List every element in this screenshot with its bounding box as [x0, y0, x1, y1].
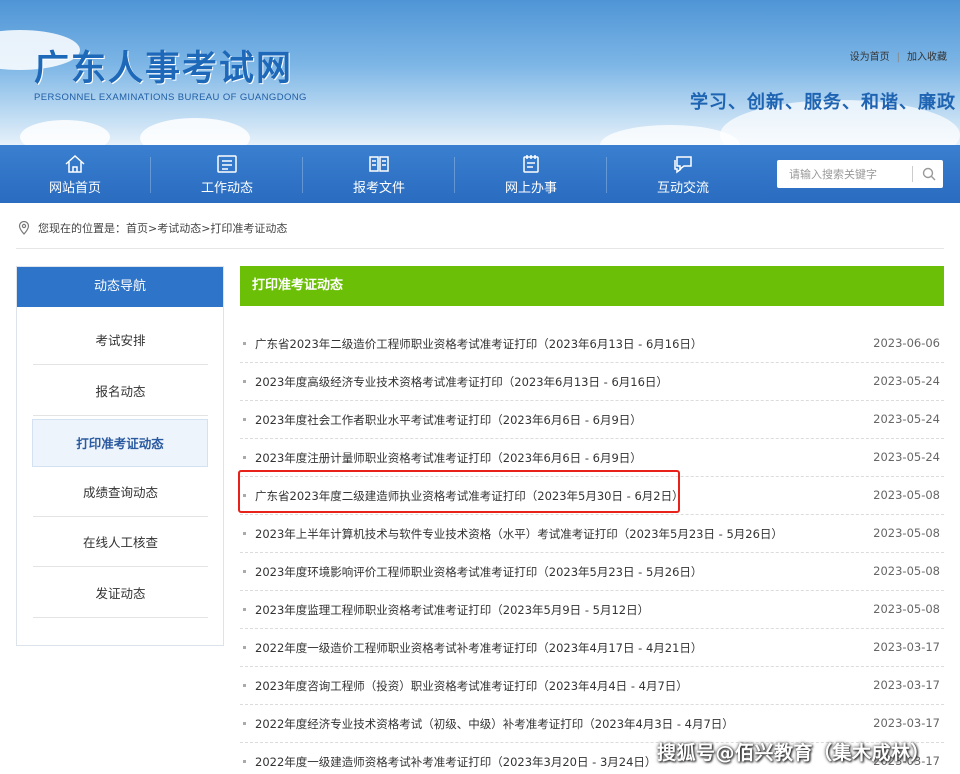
sidebar-item-registration-news[interactable]: 报名动态 — [33, 368, 208, 416]
nav-label: 网上办事 — [504, 181, 557, 196]
search-button[interactable] — [915, 160, 943, 188]
header-banner: 广东人事考试网 PERSONNEL EXAMINATIONS BUREAU OF… — [0, 0, 960, 145]
list-item[interactable]: 2023年上半年计算机技术与软件专业技术资格（水平）考试准考证打印（2023年5… — [240, 515, 944, 553]
bullet — [243, 532, 246, 535]
nav-item-exam-docs[interactable]: 报考文件 — [304, 145, 454, 203]
search-icon — [922, 167, 936, 181]
list-item[interactable]: 2023年度高级经济专业技术资格考试准考证打印（2023年6月13日 - 6月1… — [240, 363, 944, 401]
sidebar: 动态导航 考试安排 报名动态 打印准考证动态 成绩查询动态 在线人工核查 发证动… — [16, 266, 224, 646]
nav-label: 报考文件 — [352, 181, 405, 196]
add-favorite-link[interactable]: 加入收藏 — [902, 52, 952, 63]
cloud-decoration — [20, 120, 110, 145]
nav-divider — [150, 157, 151, 193]
top-links: 设为首页 | 加入收藏 — [845, 48, 952, 63]
list-item-date: 2023-05-08 — [873, 602, 940, 616]
home-icon — [65, 154, 85, 173]
list-item-title[interactable]: 广东省2023年二级造价工程师职业资格考试准考证打印（2023年6月13日 - … — [255, 336, 702, 352]
list-item[interactable]: 2023年度社会工作者职业水平考试准考证打印（2023年6月6日 - 6月9日）… — [240, 401, 944, 439]
list-item[interactable]: 2022年度一级造价工程师职业资格考试补考准考证打印（2023年4月17日 - … — [240, 629, 944, 667]
sidebar-item-online-review[interactable]: 在线人工核查 — [33, 519, 208, 567]
nav-label: 网站首页 — [48, 181, 101, 196]
bullet — [243, 608, 246, 611]
bullet — [243, 570, 246, 573]
list-item-title[interactable]: 广东省2023年度二级建造师执业资格考试准考证打印（2023年5月30日 - 6… — [255, 488, 684, 504]
list-item-date: 2023-06-06 — [873, 336, 940, 350]
list-item[interactable]: 广东省2023年二级造价工程师职业资格考试准考证打印（2023年6月13日 - … — [240, 325, 944, 363]
list-item-date: 2023-03-17 — [873, 678, 940, 692]
content-title: 打印准考证动态 — [240, 266, 944, 306]
nav-item-online-service[interactable]: 网上办事 — [456, 145, 606, 203]
list-item[interactable]: 2023年度注册计量师职业资格考试准考证打印（2023年6月6日 - 6月9日）… — [240, 439, 944, 477]
list-item-date: 2023-05-24 — [873, 374, 940, 388]
bullet — [243, 684, 246, 687]
news-icon — [217, 155, 237, 173]
bullet — [243, 760, 246, 763]
list-item-title[interactable]: 2023年度监理工程师职业资格考试准考证打印（2023年5月9日 - 5月12日… — [255, 602, 649, 618]
list-item-title[interactable]: 2022年度一级造价工程师职业资格考试补考准考证打印（2023年4月17日 - … — [255, 640, 702, 656]
list-item-date: 2023-05-08 — [873, 526, 940, 540]
link-separator: | — [896, 52, 900, 63]
watermark: 搜狐号@佰兴教育（集木成林） — [656, 742, 930, 764]
site-slogan: 学习、创新、服务、和谐、廉政 — [690, 92, 956, 113]
list-item-date: 2023-05-08 — [873, 488, 940, 502]
list-item-date: 2023-05-24 — [873, 412, 940, 426]
clipboard-icon — [523, 155, 539, 173]
list-item-date: 2023-03-17 — [873, 716, 940, 730]
list-item[interactable]: 2023年度环境影响评价工程师职业资格考试准考证打印（2023年5月23日 - … — [240, 553, 944, 591]
bullet — [243, 646, 246, 649]
document-icon — [369, 156, 389, 172]
list-item-title[interactable]: 2022年度经济专业技术资格考试（初级、中级）补考准考证打印（2023年4月3日… — [255, 716, 734, 732]
cloud-decoration — [140, 118, 250, 145]
nav-item-work-news[interactable]: 工作动态 — [152, 145, 302, 203]
search-box — [777, 160, 943, 188]
divider — [16, 248, 944, 249]
bullet — [243, 456, 246, 459]
bullet — [243, 722, 246, 725]
nav-label: 互动交流 — [656, 181, 709, 196]
chat-icon — [674, 156, 692, 174]
bullet — [243, 418, 246, 421]
list-item-title[interactable]: 2022年度一级建造师资格考试补考准考证打印（2023年3月20日 - 3月24… — [255, 754, 656, 770]
list-item-date: 2023-05-24 — [873, 450, 940, 464]
breadcrumb-text[interactable]: 您现在的位置是：首页>考试动态>打印准考证动态 — [38, 220, 287, 236]
sidebar-item-score-query[interactable]: 成绩查询动态 — [33, 469, 208, 517]
breadcrumb: 您现在的位置是：首页>考试动态>打印准考证动态 — [18, 220, 287, 236]
sidebar-title: 动态导航 — [17, 267, 223, 307]
nav-divider — [302, 157, 303, 193]
sidebar-item-certificate-news[interactable]: 发证动态 — [33, 570, 208, 618]
cloud-decoration — [600, 125, 740, 145]
sidebar-item-exam-schedule[interactable]: 考试安排 — [33, 317, 208, 365]
nav-item-home[interactable]: 网站首页 — [0, 145, 150, 203]
nav-label: 工作动态 — [200, 181, 253, 196]
site-logo-subtitle: PERSONNEL EXAMINATIONS BUREAU OF GUANGDO… — [34, 92, 307, 103]
site-logo-title[interactable]: 广东人事考试网 — [34, 40, 293, 91]
bullet — [243, 380, 246, 383]
bullet — [243, 494, 246, 497]
nav-divider — [454, 157, 455, 193]
list-item[interactable]: 2023年度监理工程师职业资格考试准考证打印（2023年5月9日 - 5月12日… — [240, 591, 944, 629]
list-item-title[interactable]: 2023年度社会工作者职业水平考试准考证打印（2023年6月6日 - 6月9日） — [255, 412, 642, 428]
list-item-title[interactable]: 2023年度咨询工程师（投资）职业资格考试准考证打印（2023年4月4日 - 4… — [255, 678, 688, 694]
bullet — [243, 342, 246, 345]
list-item-title[interactable]: 2023年度注册计量师职业资格考试准考证打印（2023年6月6日 - 6月9日） — [255, 450, 642, 466]
nav-item-interaction[interactable]: 互动交流 — [608, 145, 758, 203]
list-item-date: 2023-03-17 — [873, 640, 940, 654]
list-item-highlighted[interactable]: 广东省2023年度二级建造师执业资格考试准考证打印（2023年5月30日 - 6… — [240, 477, 944, 515]
list-item-title[interactable]: 2023年度环境影响评价工程师职业资格考试准考证打印（2023年5月23日 - … — [255, 564, 702, 580]
list-item-date: 2023-05-08 — [873, 564, 940, 578]
list-item-title[interactable]: 2023年度高级经济专业技术资格考试准考证打印（2023年6月13日 - 6月1… — [255, 374, 668, 390]
list-item[interactable]: 2023年度咨询工程师（投资）职业资格考试准考证打印（2023年4月4日 - 4… — [240, 667, 944, 705]
location-pin-icon — [18, 221, 30, 235]
search-separator — [912, 166, 913, 182]
set-homepage-link[interactable]: 设为首页 — [845, 52, 895, 63]
list-item-title[interactable]: 2023年上半年计算机技术与软件专业技术资格（水平）考试准考证打印（2023年5… — [255, 526, 783, 542]
search-input[interactable] — [777, 160, 913, 188]
nav-divider — [606, 157, 607, 193]
sidebar-item-print-admission[interactable]: 打印准考证动态 — [32, 419, 208, 467]
